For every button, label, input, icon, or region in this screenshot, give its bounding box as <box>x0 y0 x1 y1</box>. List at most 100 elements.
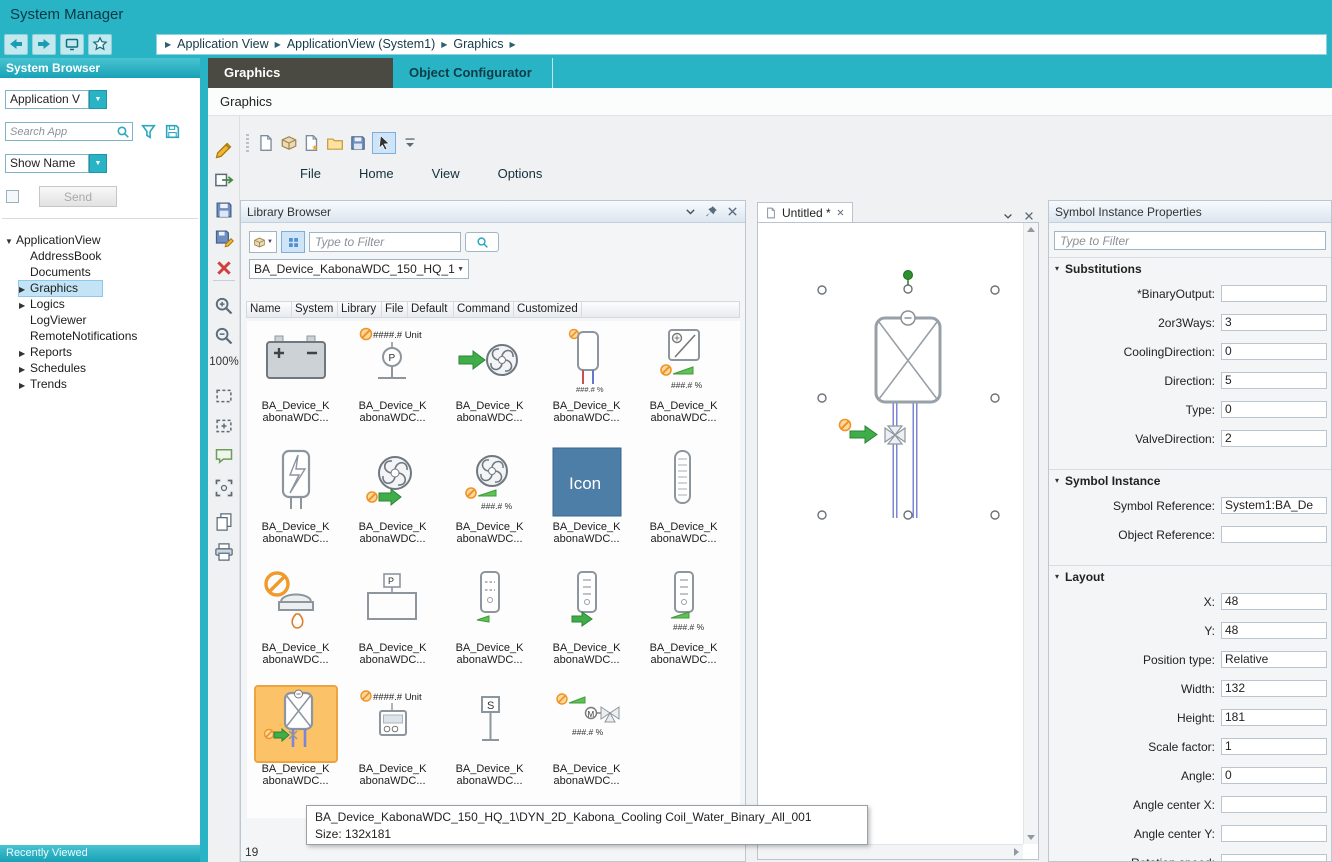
send-checkbox[interactable] <box>6 190 19 203</box>
close-icon[interactable] <box>726 205 739 218</box>
tree-item-schedules[interactable]: ▶Schedules <box>0 360 200 376</box>
select-pointer-button[interactable] <box>372 132 396 154</box>
zoom-in-icon[interactable] <box>214 296 234 316</box>
zoom-out-icon[interactable] <box>214 326 234 346</box>
vertical-scrollbar[interactable] <box>1023 223 1038 844</box>
library-item[interactable]: IconBA_Device_KabonaWDC... <box>538 442 635 563</box>
property-value-field[interactable]: System1:BA_De <box>1221 497 1327 514</box>
doc-new-icon[interactable] <box>257 134 275 152</box>
library-filter-input[interactable] <box>309 232 461 252</box>
property-value-field[interactable]: 3 <box>1221 314 1327 331</box>
drawing-canvas[interactable] <box>757 222 1039 860</box>
breadcrumb-item[interactable]: ApplicationView (System1) <box>287 37 435 51</box>
panel-splitter[interactable] <box>200 58 208 862</box>
filter-icon[interactable] <box>140 123 157 140</box>
tree-item-graphics[interactable]: ▶Graphics <box>0 280 200 296</box>
property-value-field[interactable]: 181 <box>1221 709 1327 726</box>
fit-view-icon[interactable] <box>214 478 234 498</box>
chevron-down-icon[interactable] <box>1002 210 1014 222</box>
pin-icon[interactable] <box>705 205 718 218</box>
property-value-field[interactable] <box>1221 796 1327 813</box>
library-item[interactable]: ###.# %BA_Device_KabonaWDC... <box>635 321 732 442</box>
chevron-down-icon[interactable] <box>684 205 697 218</box>
library-item[interactable]: SBA_Device_KabonaWDC... <box>441 684 538 805</box>
properties-filter-input[interactable] <box>1054 231 1326 250</box>
library-item[interactable]: ###.# %BA_Device_KabonaWDC... <box>635 563 732 684</box>
property-value-field[interactable]: 0 <box>1221 343 1327 360</box>
property-value-field[interactable]: 132 <box>1221 680 1327 697</box>
property-value-field[interactable] <box>1221 825 1327 842</box>
forward-button[interactable] <box>32 34 56 55</box>
document-subtab[interactable]: Graphics <box>208 88 1332 116</box>
tree-item-reports[interactable]: ▶Reports <box>0 344 200 360</box>
property-value-field[interactable]: 0 <box>1221 401 1327 418</box>
library-item[interactable]: ###.# %BA_Device_KabonaWDC... <box>538 321 635 442</box>
folder-icon[interactable] <box>326 134 344 152</box>
property-value-field[interactable] <box>1221 854 1327 861</box>
section-header[interactable]: ▾Symbol Instance <box>1049 469 1331 491</box>
tree-item-trends[interactable]: ▶Trends <box>0 376 200 392</box>
tree-root-applicationview[interactable]: ▼ApplicationView <box>0 232 200 248</box>
library-item[interactable]: PBA_Device_KabonaWDC... <box>344 563 441 684</box>
save-search-icon[interactable] <box>164 123 181 140</box>
recently-viewed-bar[interactable]: Recently Viewed <box>0 845 200 862</box>
show-name-dropdown[interactable]: Show Name ▼ <box>5 154 107 173</box>
property-value-field[interactable]: Relative <box>1221 651 1327 668</box>
property-value-field[interactable] <box>1221 526 1327 543</box>
marquee-icon[interactable] <box>214 386 234 406</box>
library-item[interactable]: BA_Device_KabonaWDC... <box>247 442 344 563</box>
column-header-name[interactable]: Name <box>247 302 292 317</box>
library-item[interactable]: BA_Device_KabonaWDC... <box>441 563 538 684</box>
horizontal-scrollbar[interactable] <box>758 844 1023 859</box>
tree-item-addressbook[interactable]: AddressBook <box>0 248 200 264</box>
export-icon[interactable] <box>214 170 234 190</box>
collapse-icon[interactable]: ▼ <box>5 234 16 250</box>
property-value-field[interactable]: 5 <box>1221 372 1327 389</box>
library-item[interactable]: BA_Device_KabonaWDC... <box>247 684 344 805</box>
library-source-button[interactable]: ▼ <box>249 231 277 253</box>
breadcrumb[interactable]: ▶Application View▶ApplicationView (Syste… <box>156 34 1327 55</box>
library-search-button[interactable] <box>465 232 499 252</box>
favorites-button[interactable] <box>88 34 112 55</box>
library-item[interactable]: BA_Device_KabonaWDC... <box>247 321 344 442</box>
library-item[interactable]: BA_Device_KabonaWDC... <box>538 563 635 684</box>
property-value-field[interactable]: 2 <box>1221 430 1327 447</box>
library-select-dropdown[interactable]: BA_Device_KabonaWDC_150_HQ_1 ▼ <box>249 259 469 279</box>
chevron-down-icon[interactable]: ▼ <box>89 154 107 173</box>
close-icon[interactable] <box>836 208 845 217</box>
menu-home[interactable]: Home <box>359 166 394 181</box>
scroll-down-icon[interactable] <box>1027 835 1035 840</box>
breadcrumb-item[interactable]: Application View <box>177 37 269 51</box>
column-header-command[interactable]: Command <box>454 302 514 317</box>
chevron-down-icon[interactable]: ▼ <box>89 90 107 109</box>
view-selector-dropdown[interactable]: Application V ▼ <box>5 90 107 109</box>
close-icon[interactable] <box>1023 210 1035 222</box>
library-item[interactable]: M###.# %BA_Device_KabonaWDC... <box>538 684 635 805</box>
overflow-icon[interactable] <box>401 134 419 152</box>
expand-icon[interactable]: ▶ <box>19 378 30 394</box>
breadcrumb-item[interactable]: Graphics <box>453 37 503 51</box>
x-red-icon[interactable] <box>214 258 234 278</box>
tree-item-logics[interactable]: ▶Logics <box>0 296 200 312</box>
menu-options[interactable]: Options <box>498 166 543 181</box>
column-header-system[interactable]: System <box>292 302 338 317</box>
canvas-symbol-drawing[interactable] <box>758 223 1023 844</box>
floppy-icon[interactable] <box>349 134 367 152</box>
scroll-up-icon[interactable] <box>1027 227 1035 232</box>
box-icon[interactable] <box>280 134 298 152</box>
marquee-move-icon[interactable] <box>214 416 234 436</box>
back-button[interactable] <box>4 34 28 55</box>
pages-icon[interactable] <box>214 512 234 532</box>
scroll-right-icon[interactable] <box>1014 848 1019 856</box>
column-header-default[interactable]: Default <box>408 302 454 317</box>
floppy-icon[interactable] <box>214 200 234 220</box>
print-icon[interactable] <box>214 542 234 562</box>
property-value-field[interactable]: 1 <box>1221 738 1327 755</box>
send-button[interactable]: Send <box>39 186 117 207</box>
recent-views-button[interactable] <box>60 34 84 55</box>
library-item[interactable]: BA_Device_KabonaWDC... <box>247 563 344 684</box>
comment-icon[interactable] <box>214 446 234 466</box>
property-value-field[interactable]: 48 <box>1221 622 1327 639</box>
column-header-file[interactable]: File <box>382 302 408 317</box>
tree-item-documents[interactable]: Documents <box>0 264 200 280</box>
